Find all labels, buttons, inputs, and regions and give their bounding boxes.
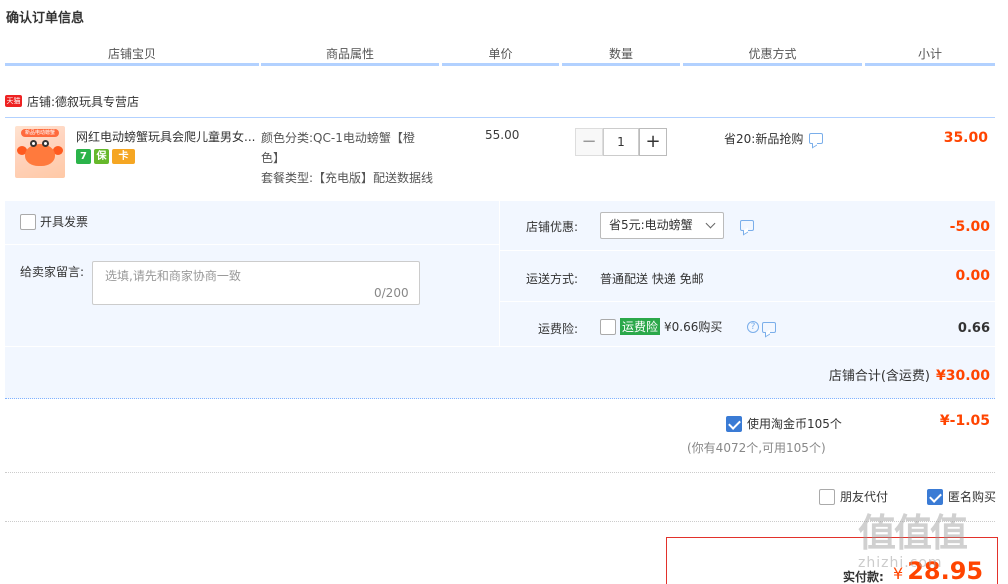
coin-label: 使用淘金币105个: [747, 417, 842, 431]
service-icons: 7 保 卡: [76, 149, 135, 164]
shop-row: 天猫 店铺:德叙玩具专营店: [5, 92, 139, 110]
shop-total-label: 店铺合计(含运费): [828, 369, 930, 384]
watermark-logo: 值值值: [858, 502, 968, 557]
thumb-tag: 新品电动螃蟹: [21, 129, 59, 137]
shop-total: 店铺合计(含运费) ¥30.00: [829, 365, 990, 384]
shop-discount-amount: -5.00: [949, 219, 990, 235]
coin-checkbox[interactable]: [726, 415, 742, 432]
attr-color: 颜色分类:QC-1电动螃蟹【橙: [261, 131, 415, 145]
insurance-price: ¥0.66购买: [664, 320, 723, 334]
promo-text: 省20:新品抢购: [724, 132, 804, 146]
product-name[interactable]: 网红电动螃蟹玩具会爬儿童男女...: [76, 128, 256, 145]
message-icon[interactable]: [761, 322, 776, 333]
product-attributes: 颜色分类:QC-1电动螃蟹【橙 色】 套餐类型:【充电版】配送数据线: [261, 128, 436, 188]
credit-card-icon[interactable]: 卡: [112, 149, 135, 164]
insurance-option[interactable]: 运费险 ¥0.66购买: [600, 318, 722, 335]
memo-char-count: 0/200: [374, 286, 409, 300]
message-icon[interactable]: [809, 133, 824, 144]
seven-day-return-icon[interactable]: 7: [76, 149, 91, 164]
insurance-checkbox[interactable]: [600, 318, 616, 335]
invoice-option[interactable]: 开具发票: [20, 213, 88, 230]
watermark-url: zhizhi.com: [858, 555, 943, 571]
insurance-amount: 0.66: [957, 321, 990, 336]
qty-plus-button[interactable]: +: [639, 128, 667, 156]
page-title: 确认订单信息: [6, 11, 85, 26]
message-icon[interactable]: [740, 220, 754, 231]
shop-name[interactable]: 店铺:德叙玩具专营店: [27, 93, 139, 110]
attr-package: 套餐类型:【充电版】配送数据线: [261, 171, 434, 185]
shipping-amount: 0.00: [955, 268, 990, 284]
product-thumbnail[interactable]: 新品电动螃蟹: [15, 126, 65, 178]
unit-price: 55.00: [485, 128, 520, 142]
table-header: 店铺宝贝 商品属性 单价 数量 优惠方式 小计: [5, 44, 995, 66]
invoice-checkbox[interactable]: [20, 213, 36, 230]
shop-discount-label: 店铺优惠:: [525, 220, 578, 234]
quantity-stepper: − 1 +: [575, 128, 667, 156]
insurance-badge: 运费险: [620, 318, 661, 335]
chevron-down-icon: [705, 218, 716, 229]
qty-input[interactable]: 1: [603, 128, 639, 156]
attr-color-cont: 色】: [261, 151, 286, 165]
tmall-icon: 天猫: [5, 95, 22, 107]
col-header-price: 单价: [442, 44, 559, 66]
coin-note: (你有4072个,可用105个): [687, 441, 826, 455]
watermark-chars: 值值值: [858, 510, 968, 555]
coin-amount: ¥-1.05: [939, 413, 990, 429]
qty-minus-button[interactable]: −: [575, 128, 603, 156]
col-header-subtotal: 小计: [865, 44, 995, 66]
coin-option[interactable]: 使用淘金币105个: [726, 415, 842, 432]
insurance-label: 运费险:: [537, 322, 578, 336]
guarantee-icon[interactable]: 保: [94, 149, 109, 164]
col-header-attr: 商品属性: [261, 44, 439, 66]
shop-total-amount: ¥30.00: [935, 368, 990, 384]
col-header-qty: 数量: [562, 44, 680, 66]
shipping-value: 普通配送 快递 免邮: [600, 272, 704, 286]
memo-label: 给卖家留言:: [20, 265, 85, 279]
invoice-label: 开具发票: [40, 215, 89, 229]
item-subtotal: 35.00: [943, 130, 988, 146]
friend-pay-checkbox[interactable]: [819, 488, 835, 505]
col-header-promo: 优惠方式: [683, 44, 862, 66]
item-promo: 省20:新品抢购: [724, 130, 824, 147]
shop-discount-value: 省5元:电动螃蟹: [609, 218, 693, 232]
col-header-item: 店铺宝贝: [5, 44, 259, 66]
shop-discount-select[interactable]: 省5元:电动螃蟹: [600, 212, 724, 239]
memo-placeholder: 选填,请先和商家协商一致: [105, 269, 241, 283]
help-icon[interactable]: ?: [747, 321, 759, 333]
shipping-label: 运送方式:: [525, 272, 578, 286]
